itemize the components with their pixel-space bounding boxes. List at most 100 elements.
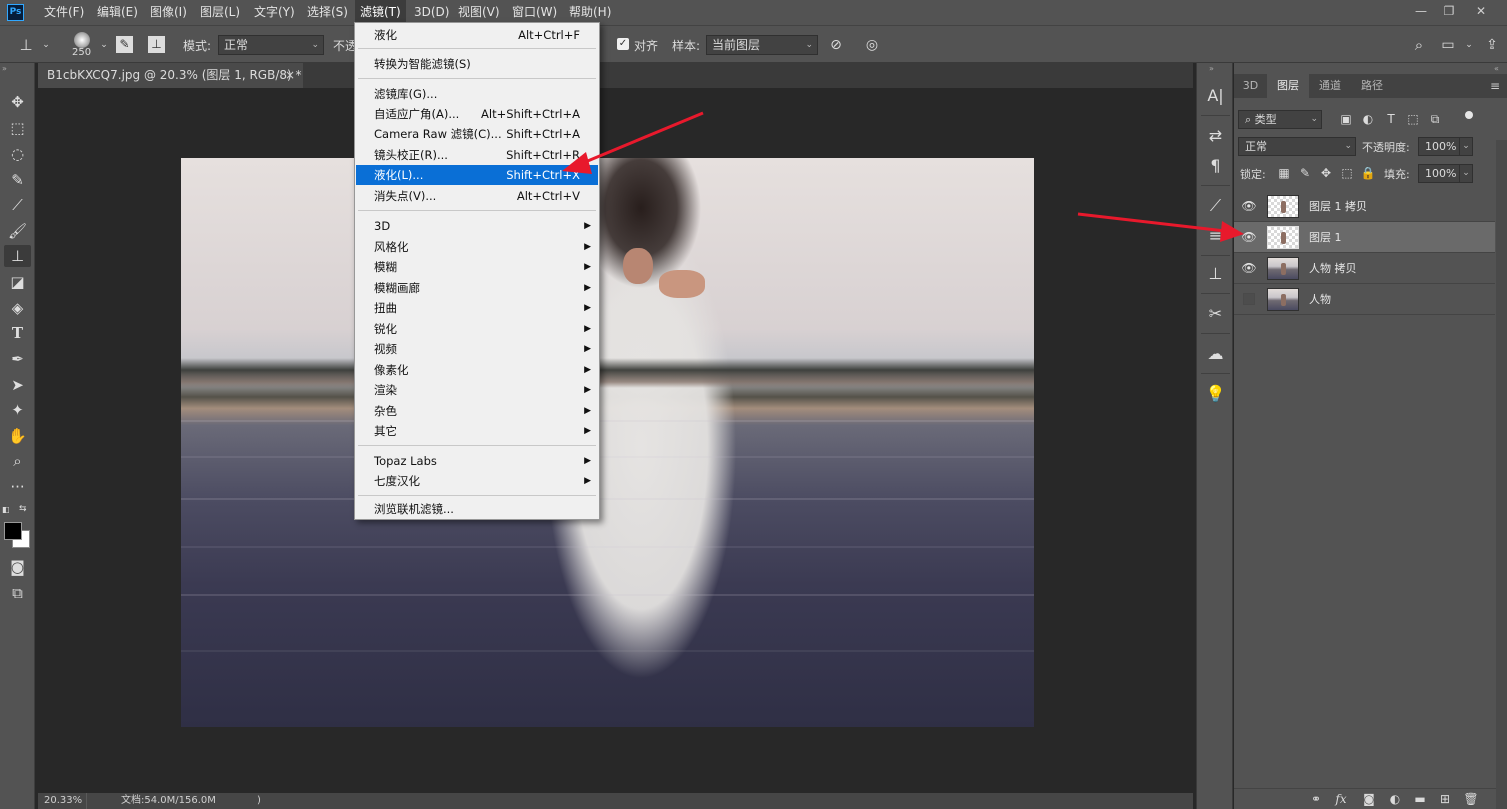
lock-transparent-icon[interactable]: ▦ [1276, 165, 1292, 181]
menu-item-convert-smart-filter[interactable]: 转换为智能滤镜(S) [356, 54, 598, 74]
tool-presets-panel-icon[interactable]: ✂ [1202, 301, 1229, 327]
status-more-icon[interactable]: ) [257, 793, 261, 809]
hand-tool-icon[interactable]: ✋ [4, 425, 31, 447]
document-tab[interactable]: B1cbKXCQ7.jpg @ 20.3% (图层 1, RGB/8) * × [38, 63, 303, 88]
menu-item-lens-correction[interactable]: 镜头校正(R)... Shift+Ctrl+R [356, 145, 598, 165]
collapse-panel-icon[interactable]: « [1494, 64, 1499, 73]
align-checkbox[interactable]: ✓ [617, 38, 629, 50]
pen-tool-icon[interactable]: ✒ [4, 348, 31, 370]
close-tab-icon[interactable]: × [285, 63, 295, 88]
menu-item-pixelate[interactable]: 像素化 ▶ [356, 360, 598, 380]
layers-scrollbar[interactable] [1496, 140, 1507, 809]
menu-item-liquify[interactable]: 液化(L)... Shift+Ctrl+X [356, 165, 598, 185]
workspace-chevron-icon[interactable]: ⌄ [1459, 35, 1479, 55]
brush-settings-icon[interactable]: ✎ [116, 36, 133, 53]
zoom-tool-icon[interactable]: ⌕ [4, 450, 31, 472]
learn-panel-icon[interactable]: 💡 [1202, 381, 1229, 407]
pressure-icon[interactable]: ◎ [862, 35, 882, 55]
type-tool-icon[interactable]: T [4, 322, 31, 344]
zoom-level[interactable]: 20.33% [44, 793, 82, 809]
menu-item-blur[interactable]: 模糊 ▶ [356, 257, 598, 277]
libraries-panel-icon[interactable]: ☁ [1202, 341, 1229, 367]
clone-stamp-tool-icon[interactable]: ⊥ [4, 245, 31, 267]
filter-adjustment-icon[interactable]: ◐ [1360, 111, 1376, 127]
mode-select[interactable]: 正常 ⌄ [218, 35, 324, 55]
collapse-dock-icon[interactable]: » [1209, 64, 1214, 73]
brush-picker-chevron-icon[interactable]: ⌄ [94, 35, 114, 55]
share-icon[interactable]: ⇪ [1482, 35, 1502, 55]
eye-icon[interactable]: 👁 [1241, 199, 1257, 213]
lock-position-icon[interactable]: ✥ [1318, 165, 1334, 181]
menu-item-liquify-last[interactable]: 液化 Alt+Ctrl+F [356, 25, 598, 45]
menu-item-distort[interactable]: 扭曲 ▶ [356, 298, 598, 318]
quick-mask-icon[interactable]: ◙ [4, 556, 31, 578]
menu-type[interactable]: 文字(Y) [254, 0, 295, 25]
layer-effects-icon[interactable]: fx [1332, 791, 1350, 808]
new-layer-icon[interactable]: ⊞ [1436, 791, 1454, 808]
menu-item-render[interactable]: 渲染 ▶ [356, 380, 598, 400]
swap-colors-icon[interactable]: ⇆ [19, 504, 27, 514]
menu-item-blur-gallery[interactable]: 模糊画廊 ▶ [356, 278, 598, 298]
menu-item-noise[interactable]: 杂色 ▶ [356, 401, 598, 421]
quick-selection-tool-icon[interactable]: ✎ [4, 169, 31, 191]
filter-pixel-icon[interactable]: ▣ [1338, 111, 1354, 127]
lock-artboard-icon[interactable]: ⬚ [1339, 165, 1355, 181]
lock-all-icon[interactable]: 🔒 [1360, 165, 1376, 181]
history-panel-icon[interactable]: ⇄ [1202, 123, 1229, 149]
layer-row[interactable]: 人物 [1234, 284, 1495, 315]
delete-layer-icon[interactable]: 🗑 [1462, 791, 1480, 808]
canvas-area[interactable] [38, 88, 1193, 793]
lock-image-icon[interactable]: ✎ [1297, 165, 1313, 181]
menu-item-stylize[interactable]: 风格化 ▶ [356, 237, 598, 257]
fill-chevron-icon[interactable]: ⌄ [1459, 164, 1473, 183]
tab-layers[interactable]: 图层 [1267, 74, 1309, 98]
eyedropper-tool-icon[interactable]: ⟋ [4, 194, 31, 216]
menu-file[interactable]: 文件(F) [44, 0, 84, 25]
menu-item-video[interactable]: 视频 ▶ [356, 339, 598, 359]
close-icon[interactable]: ✕ [1470, 3, 1492, 20]
eraser-tool-icon[interactable]: ◪ [4, 271, 31, 293]
adjustment-layer-icon[interactable]: ◐ [1386, 791, 1404, 808]
menu-layer[interactable]: 图层(L) [200, 0, 240, 25]
menu-item-topaz-labs[interactable]: Topaz Labs ▶ [356, 451, 598, 471]
paragraph-panel-icon[interactable]: ¶ [1202, 153, 1229, 179]
panel-menu-icon[interactable]: ≡ [1490, 74, 1500, 98]
eye-icon[interactable]: 👁 [1241, 261, 1257, 275]
menu-select[interactable]: 选择(S) [307, 0, 348, 25]
minimize-icon[interactable]: — [1410, 3, 1432, 20]
move-tool-icon[interactable]: ✥ [4, 91, 31, 113]
clone-stamp-tool-icon[interactable]: ⊥ [16, 35, 36, 55]
filter-toggle-icon[interactable] [1465, 111, 1473, 119]
tab-paths[interactable]: 路径 [1351, 74, 1393, 98]
workspace-icon[interactable]: ▭ [1438, 35, 1458, 55]
ignore-adjustment-layers-icon[interactable]: ⊘ [826, 35, 846, 55]
sample-select[interactable]: 当前图层 ⌄ [706, 35, 818, 55]
default-colors-icon[interactable]: ◧ [2, 505, 10, 514]
clone-source-icon[interactable]: ⊥ [148, 36, 165, 53]
layer-row[interactable]: 👁 图层 1 拷贝 [1234, 191, 1495, 222]
search-icon[interactable]: ⌕ [1409, 35, 1429, 55]
brush-preview-icon[interactable] [74, 32, 90, 48]
lasso-tool-icon[interactable]: ◌ [4, 143, 31, 165]
brush-settings-panel-icon[interactable]: ⟋ [1202, 193, 1229, 219]
character-panel-icon[interactable]: A| [1202, 83, 1229, 109]
layer-row[interactable]: 👁 图层 1 [1234, 222, 1495, 253]
visibility-toggle-off[interactable] [1243, 293, 1255, 305]
add-mask-icon[interactable]: ◙ [1360, 791, 1378, 808]
filter-smart-object-icon[interactable]: ⧉ [1427, 111, 1443, 127]
new-group-icon[interactable]: ▬ [1411, 791, 1429, 808]
menu-item-vanishing-point[interactable]: 消失点(V)... Alt+Ctrl+V [356, 186, 598, 206]
tab-3d[interactable]: 3D [1234, 74, 1267, 98]
screen-mode-icon[interactable]: ⧉ [4, 582, 31, 604]
layer-row[interactable]: 👁 人物 拷贝 [1234, 253, 1495, 284]
path-selection-tool-icon[interactable]: ➤ [4, 374, 31, 396]
menu-item-filter-gallery[interactable]: 滤镜库(G)... [356, 84, 598, 104]
marquee-tool-icon[interactable]: ⬚ [4, 117, 31, 139]
menu-item-3d[interactable]: 3D ▶ [356, 216, 598, 236]
menu-image[interactable]: 图像(I) [150, 0, 187, 25]
collapse-toolbar-icon[interactable]: » [2, 64, 7, 73]
tab-channels[interactable]: 通道 [1309, 74, 1351, 98]
menu-item-other[interactable]: 其它 ▶ [356, 421, 598, 441]
restore-icon[interactable]: ❐ [1438, 3, 1460, 20]
opacity-chevron-icon[interactable]: ⌄ [1459, 137, 1473, 156]
